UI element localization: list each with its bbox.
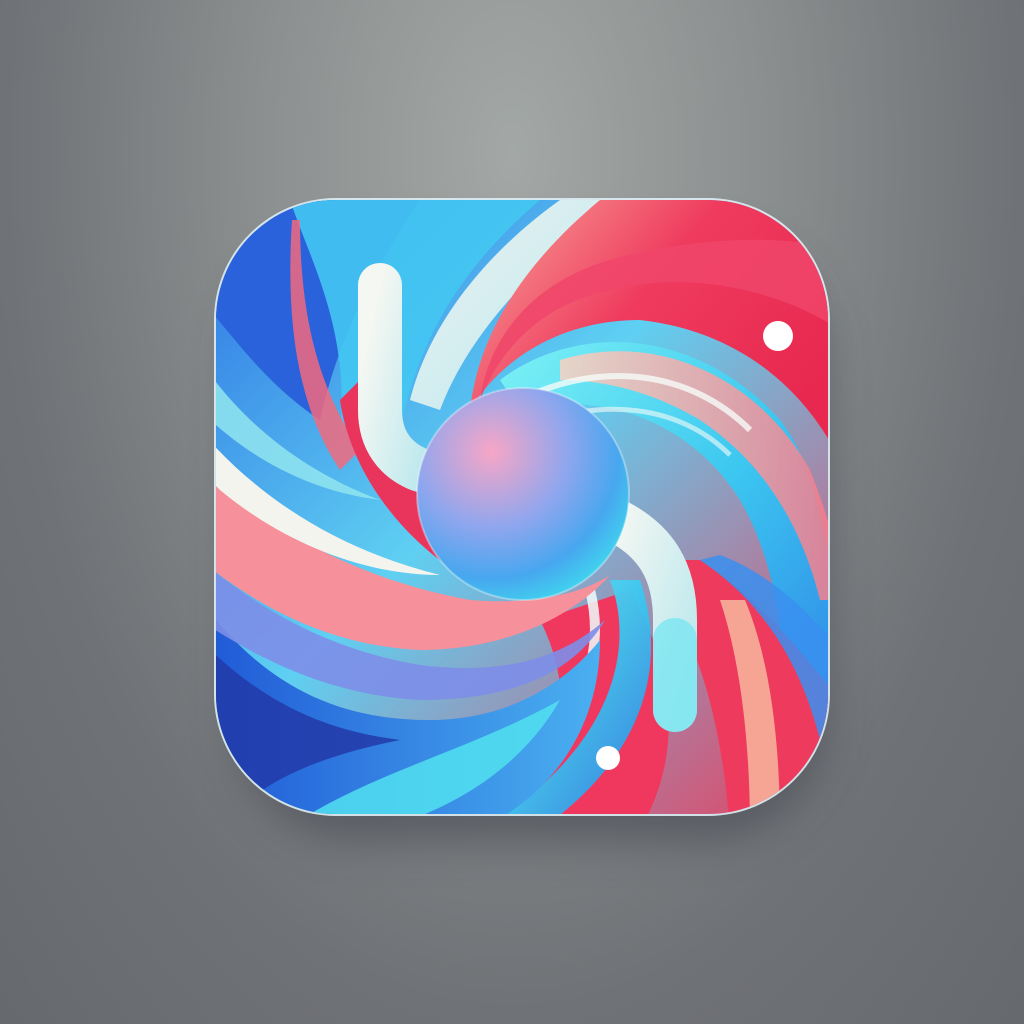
- app-icon[interactable]: [0, 0, 1024, 1024]
- background: [0, 0, 1024, 1024]
- swirl-icon: [214, 198, 830, 840]
- dot-bottom: [596, 746, 620, 770]
- dot-top-right: [763, 321, 793, 351]
- orb: [417, 388, 629, 600]
